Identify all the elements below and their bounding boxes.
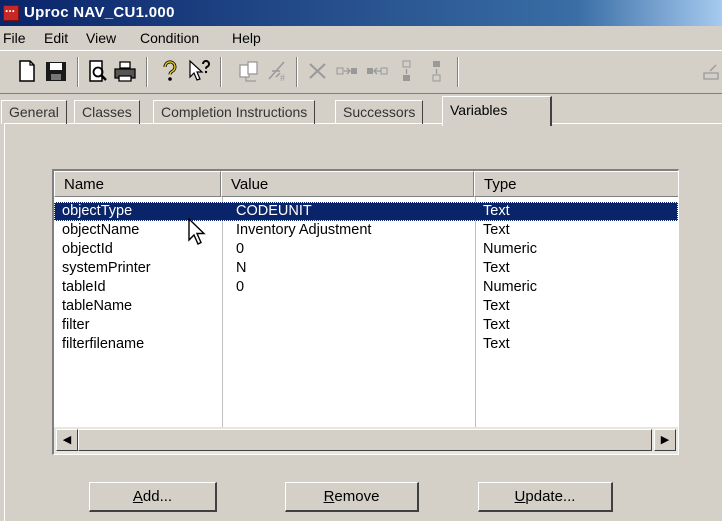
move-down-icon[interactable] xyxy=(425,59,449,83)
cell-name: systemPrinter xyxy=(62,260,151,276)
update-button-label: pdate... xyxy=(525,488,576,505)
table-row[interactable] xyxy=(54,354,678,373)
help-icon[interactable] xyxy=(158,59,182,83)
app-icon xyxy=(3,1,19,21)
cell-type: Text xyxy=(483,203,510,219)
cell-name: filterfilename xyxy=(62,336,145,352)
table-row[interactable]: objectName Inventory Adjustment Text xyxy=(54,221,678,240)
table-row[interactable]: filterfilename Text xyxy=(54,335,678,354)
tab-strip: General Classes Completion Instructions … xyxy=(0,94,722,126)
cell-type: Text xyxy=(483,336,510,352)
tab-general[interactable]: General xyxy=(1,100,67,124)
cell-type: Text xyxy=(483,317,510,333)
add-button[interactable]: Add... xyxy=(89,482,217,512)
copy-icon[interactable] xyxy=(237,59,261,83)
update-button-mnemonic: U xyxy=(514,488,526,505)
move-left-icon[interactable] xyxy=(365,59,389,83)
cell-type: Numeric xyxy=(483,279,537,295)
move-up-icon[interactable] xyxy=(395,59,419,83)
scroll-right-icon[interactable]: ▶ xyxy=(654,429,676,451)
table-row[interactable]: tableId 0 Numeric xyxy=(54,278,678,297)
table-row[interactable]: objectId 0 Numeric xyxy=(54,240,678,259)
tab-variables[interactable]: Variables xyxy=(442,96,552,126)
new-icon[interactable] xyxy=(15,59,39,83)
tab-classes[interactable]: Classes xyxy=(74,100,140,124)
svg-text:#: # xyxy=(280,73,285,83)
menu-condition[interactable]: Condition xyxy=(140,30,199,46)
move-right-icon[interactable] xyxy=(335,59,359,83)
cell-type: Text xyxy=(483,298,510,314)
cell-value xyxy=(222,335,475,354)
tab-successors[interactable]: Successors xyxy=(335,100,424,124)
cell-value xyxy=(222,297,475,316)
menu-file[interactable]: File xyxy=(3,30,26,46)
toolbar-separator xyxy=(296,57,298,87)
cell-value: 0 xyxy=(236,279,245,295)
export-icon[interactable] xyxy=(702,59,722,83)
menu-edit[interactable]: Edit xyxy=(44,30,68,46)
title-bar: Uproc NAV_CU1.000 xyxy=(0,0,722,26)
add-button-mnemonic: A xyxy=(132,488,143,505)
toolbar-separator xyxy=(77,57,79,87)
table-row[interactable]: tableName Text xyxy=(54,297,678,316)
scrollbar-thumb[interactable] xyxy=(78,429,652,451)
menu-view[interactable]: View xyxy=(86,30,116,46)
horizontal-scrollbar[interactable]: ◀ ▶ xyxy=(54,427,678,454)
mouse-cursor-icon xyxy=(188,218,206,245)
grid-header: Name Value Type xyxy=(54,171,678,197)
print-icon[interactable] xyxy=(113,59,137,83)
cell-type: Numeric xyxy=(483,241,537,257)
remove-button[interactable]: Remove xyxy=(285,482,419,512)
remove-button-label: emove xyxy=(334,488,380,505)
toolbar-separator xyxy=(457,57,459,87)
menu-bar: File Edit View Condition Help xyxy=(0,26,722,50)
cell-value: Inventory Adjustment xyxy=(236,222,372,238)
delete-icon[interactable] xyxy=(306,59,330,83)
cell-type: Text xyxy=(483,260,510,276)
update-button[interactable]: Update... xyxy=(478,482,613,512)
menu-help[interactable]: Help xyxy=(232,30,261,46)
cell-value: 0 xyxy=(236,241,245,257)
cell-name: tableName xyxy=(62,298,133,314)
column-header-value[interactable]: Value xyxy=(221,171,474,197)
cell-value: CODEUNIT xyxy=(236,203,312,219)
tab-completion-instructions[interactable]: Completion Instructions xyxy=(153,100,316,124)
context-help-icon[interactable] xyxy=(188,59,212,83)
table-row[interactable]: objectType CODEUNIT Text xyxy=(54,202,678,221)
edit-icon[interactable]: # xyxy=(266,59,290,83)
print-preview-icon[interactable] xyxy=(86,59,110,83)
table-row[interactable] xyxy=(54,373,678,392)
window-title: Uproc NAV_CU1.000 xyxy=(24,4,175,21)
scroll-left-icon[interactable]: ◀ xyxy=(56,429,78,451)
variables-grid[interactable]: Name Value Type objectType CODEUNIT Text… xyxy=(52,169,679,455)
table-row[interactable]: systemPrinter N Text xyxy=(54,259,678,278)
save-icon[interactable] xyxy=(44,59,68,83)
column-header-type[interactable]: Type xyxy=(474,171,678,197)
cell-value xyxy=(222,316,475,335)
toolbar-separator xyxy=(220,57,222,87)
toolbar: # xyxy=(0,50,722,94)
toolbar-separator xyxy=(146,57,148,87)
column-header-name[interactable]: Name xyxy=(54,171,221,197)
add-button-label: dd... xyxy=(142,488,173,505)
cell-value: N xyxy=(236,260,247,276)
cell-name: filter xyxy=(62,317,90,333)
cell-name: tableId xyxy=(62,279,106,295)
remove-button-mnemonic: R xyxy=(323,488,335,505)
cell-type: Text xyxy=(483,222,510,238)
table-row[interactable]: filter Text xyxy=(54,316,678,335)
